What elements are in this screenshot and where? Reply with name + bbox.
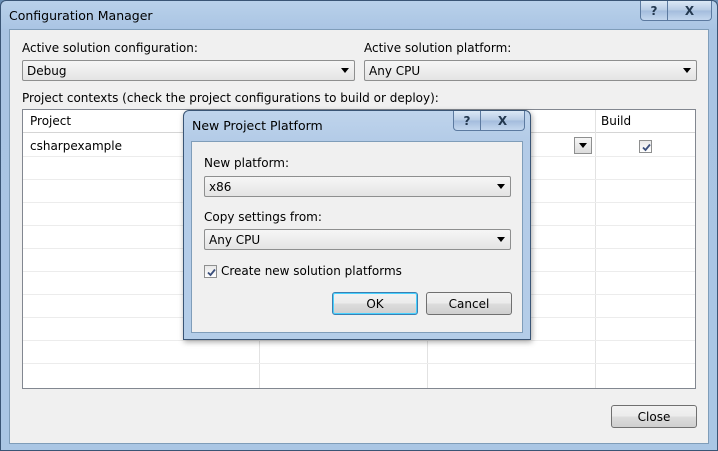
caption-buttons: ? X (640, 1, 712, 21)
copy-settings-label: Copy settings from: (204, 210, 322, 224)
checkmark-icon (642, 143, 651, 152)
chevron-down-icon (497, 184, 505, 189)
dialog-help-button[interactable]: ? (453, 111, 481, 131)
help-icon: ? (650, 3, 658, 18)
new-platform-value: x86 (209, 179, 232, 194)
build-checkbox[interactable] (639, 140, 652, 153)
column-header-project[interactable]: Project (30, 114, 71, 128)
title-bar[interactable]: Configuration Manager ? X (1, 1, 717, 29)
grid-rule (23, 363, 695, 364)
column-header-build[interactable]: Build (601, 114, 631, 128)
active-configuration-value: Debug (27, 63, 67, 78)
dialog-client-area: New platform: x86 Copy settings from: An… (191, 141, 523, 333)
new-platform-dropdown[interactable]: x86 (204, 176, 511, 197)
new-project-platform-dialog: New Project Platform ? X New platform: x… (183, 110, 531, 340)
active-platform-value: Any CPU (369, 63, 421, 78)
create-solution-platforms-checkbox[interactable] (204, 265, 217, 278)
chevron-down-icon (341, 68, 349, 73)
new-platform-label: New platform: (204, 156, 290, 170)
close-icon: X (497, 113, 508, 128)
ok-button[interactable]: OK (332, 292, 418, 315)
project-contexts-label: Project contexts (check the project conf… (22, 91, 439, 105)
grid-divider (595, 110, 596, 388)
dialog-close-button[interactable]: X (481, 111, 525, 131)
cancel-button[interactable]: Cancel (426, 292, 512, 315)
close-button[interactable]: Close (611, 405, 697, 428)
active-configuration-label: Active solution configuration: (22, 41, 198, 55)
checkmark-icon (207, 268, 216, 277)
grid-rule (23, 340, 695, 341)
window-title: Configuration Manager (9, 8, 153, 23)
copy-settings-dropdown[interactable]: Any CPU (204, 229, 511, 250)
chevron-down-icon (497, 237, 505, 242)
help-button[interactable]: ? (640, 1, 668, 21)
active-platform-dropdown[interactable]: Any CPU (364, 60, 697, 81)
copy-settings-value: Any CPU (209, 232, 261, 247)
close-icon: X (684, 3, 695, 18)
close-window-button[interactable]: X (668, 1, 712, 21)
project-name-cell: csharpexample (30, 139, 123, 153)
dialog-caption-buttons: ? X (453, 111, 525, 131)
create-solution-platforms-label[interactable]: Create new solution platforms (221, 264, 402, 278)
chevron-down-icon (579, 143, 587, 148)
active-configuration-dropdown[interactable]: Debug (22, 60, 355, 81)
platform-cell-dropdown[interactable] (574, 137, 592, 154)
help-icon: ? (463, 113, 471, 128)
active-platform-label: Active solution platform: (364, 41, 512, 55)
dialog-title: New Project Platform (192, 118, 323, 133)
chevron-down-icon (683, 68, 691, 73)
